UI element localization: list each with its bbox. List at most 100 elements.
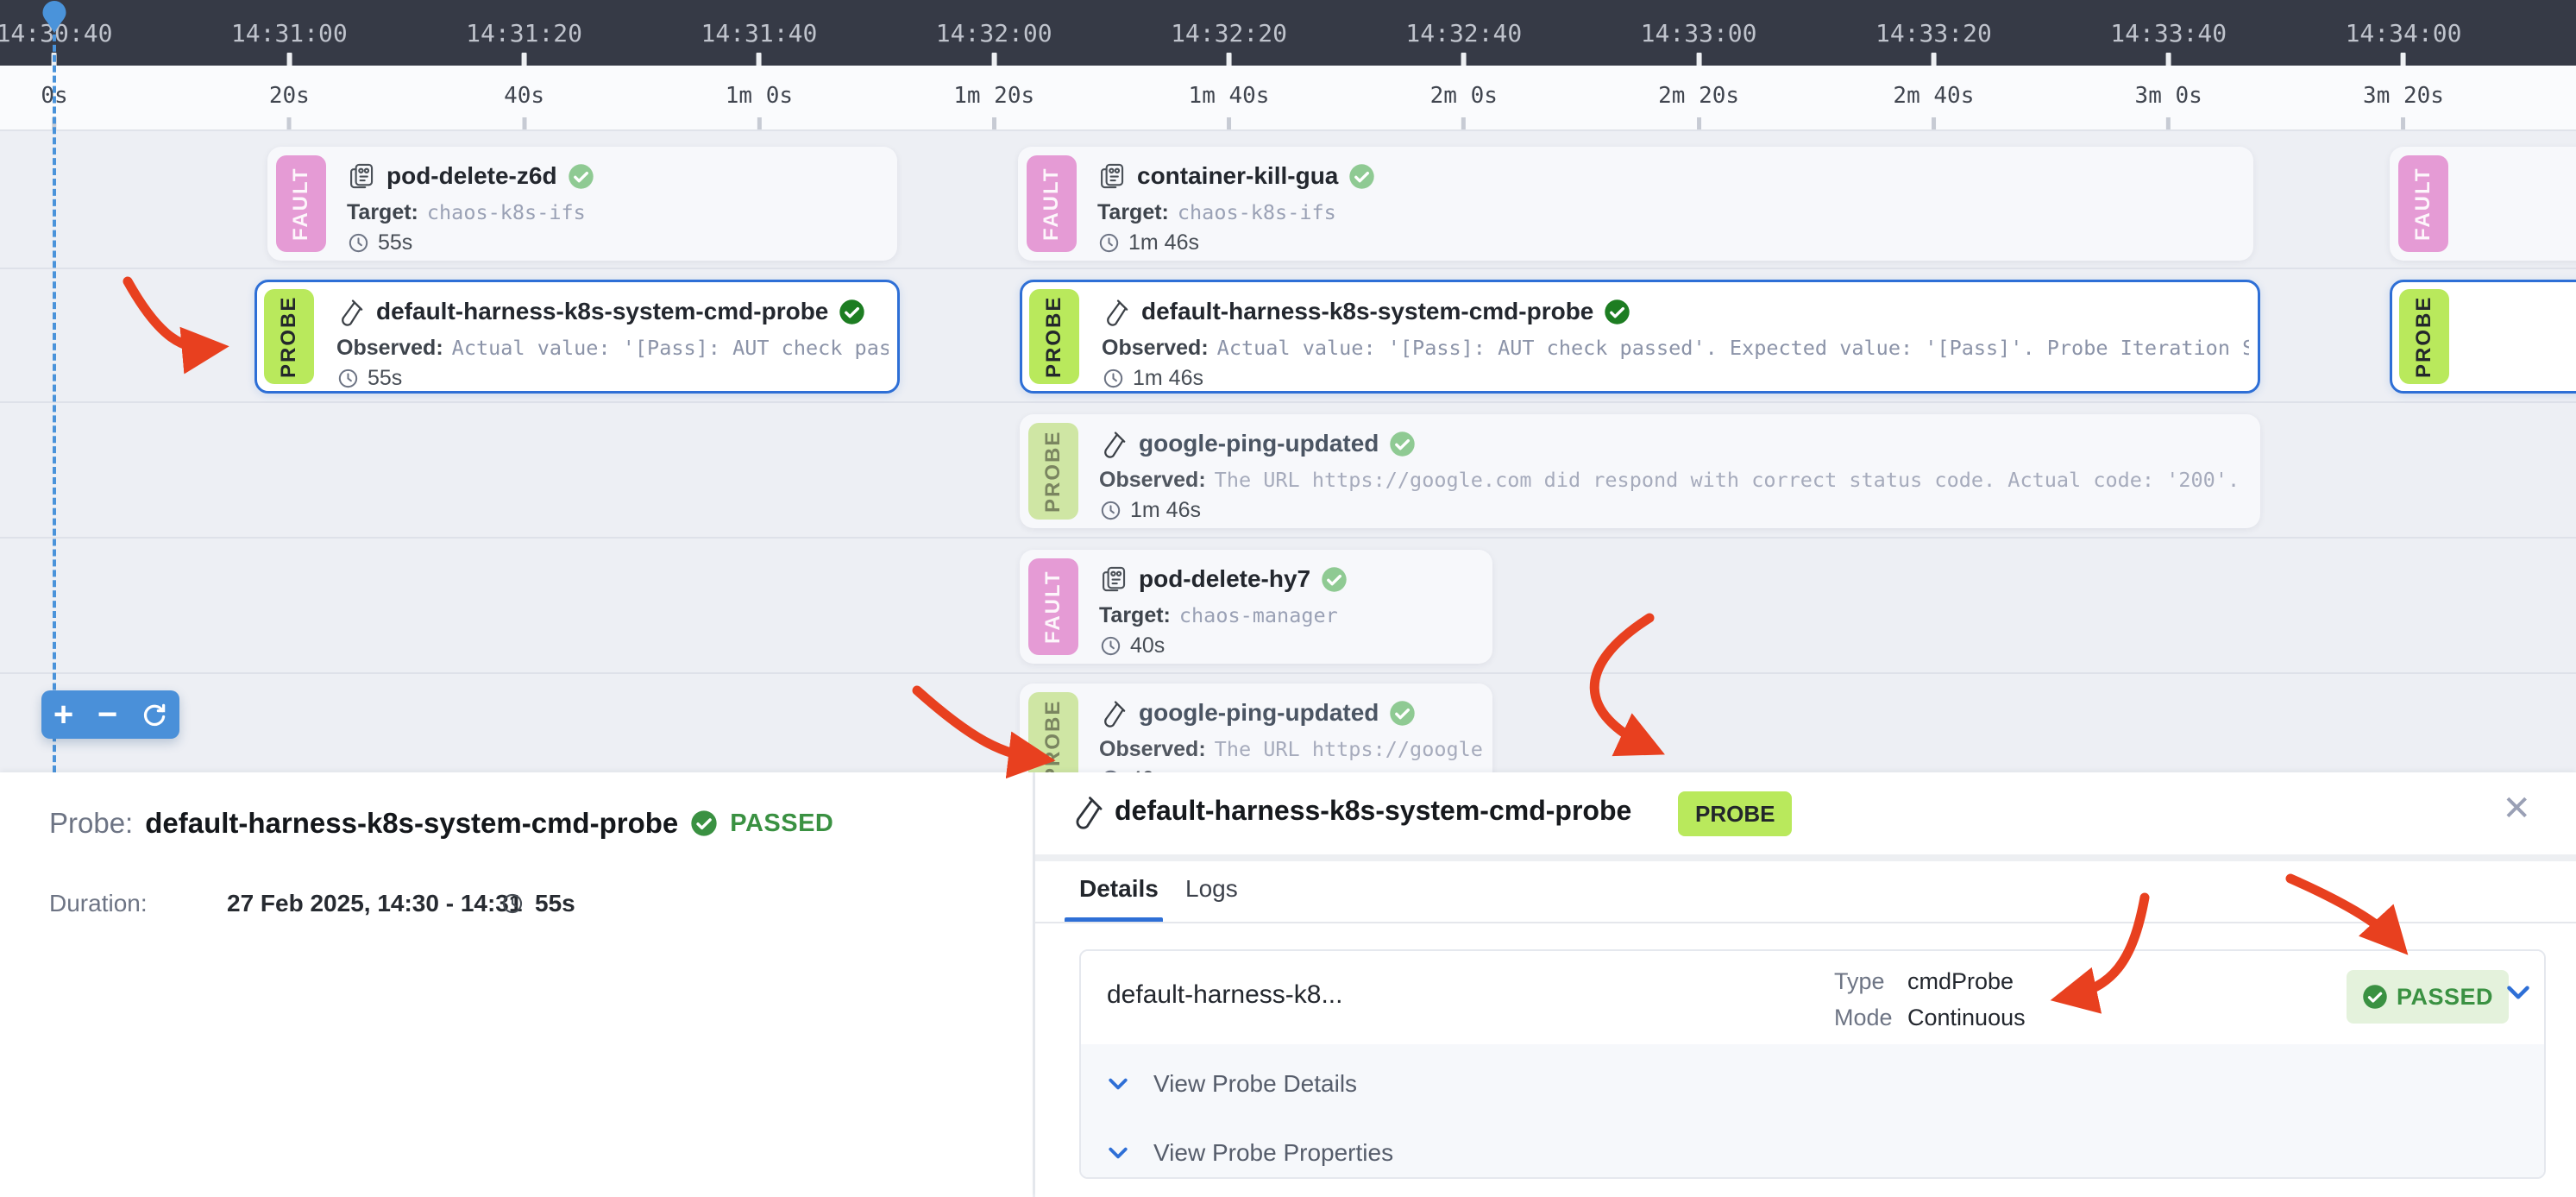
probe-result-card: default-harness-k8... Type cmdProbe Mode… [1079,949,2546,1179]
card-duration: 40s [1130,633,1165,658]
chevron-down-icon [1105,1071,1131,1097]
timeline-card-probe[interactable]: PROBE google-ping-updated Observed: The … [1020,414,2260,528]
card-meta-value: Actual value: '[Pass]: AUT check passed'… [452,336,889,360]
probe-result-card-header: default-harness-k8... Type cmdProbe Mode… [1081,951,2544,1044]
timeline-card-probe[interactable]: PROBE google-ping-updated Observed: The … [1020,684,1492,772]
card-body: container-kill-gua Target: chaos-k8s-ifs… [1097,147,2245,261]
time-tick: 40s [504,66,544,129]
duration-label: Duration: [49,890,148,917]
card-duration: 55s [368,366,402,391]
clock-icon [336,367,360,390]
probe-duration-row: Duration: 27 Feb 2025, 14:30 - 14:31 55s [0,890,1033,924]
card-body: google-ping-updated Observed: The URL ht… [1099,414,2252,528]
timeline-card-probe[interactable]: PROBE default-harness-k8s-system-cmd-pro… [254,280,900,394]
header-divider [1035,854,2576,861]
fault-icon [1097,161,1127,191]
time-tick: 14:30:40 [0,0,112,66]
time-tick: 2m 20s [1658,66,1739,129]
reset-zoom-icon [141,702,167,728]
timeline-card-fault[interactable]: FAULT container-kill-gua Target: chaos-k… [1018,147,2253,261]
time-tick: 0s [41,66,67,129]
card-body: default-harness-k8s-system-cmd-probe Obs… [1102,282,2249,391]
clock-icon [1099,634,1122,658]
probe-badge: PROBE [1029,289,1079,384]
card-title: google-ping-updated [1139,699,1379,727]
probe-summary-panel: Probe: default-harness-k8s-system-cmd-pr… [0,772,1033,1197]
probe-icon [1099,698,1128,728]
check-icon [1389,700,1416,727]
fault-badge: FAULT [1027,155,1077,252]
card-meta-label: Target: [1099,603,1171,628]
fault-icon [1099,564,1128,594]
probe-badge: PROBE [1028,692,1078,772]
check-icon [1348,163,1375,190]
view-probe-properties-link[interactable]: View Probe Properties [1105,1139,1393,1167]
timeline-card-fault[interactable]: FAULT pod-delete-hy7 Target: chaos-manag… [1020,550,1492,664]
card-duration: 1m 46s [1133,366,1203,391]
card-title: pod-delete-hy7 [1139,565,1310,593]
close-icon[interactable]: ✕ [2502,791,2531,826]
clock-icon [500,891,525,920]
zoom-reset-button[interactable] [141,702,167,728]
card-duration: 55s [378,230,412,255]
view-probe-details-link[interactable]: View Probe Details [1105,1070,1357,1098]
check-icon [568,163,594,190]
time-tick: 14:33:00 [1641,0,1757,66]
timeline-card-probe[interactable]: PROBE default-harness-k8s-system-cmd-pro… [1020,280,2260,394]
card-meta-label: Observed: [336,336,443,361]
chevron-down-icon[interactable] [2503,977,2534,1011]
timeline-card-fault[interactable]: FAULT [2390,147,2576,261]
lane-separator [0,268,2576,269]
probe-icon [1070,793,1106,834]
probe-icon [1099,429,1128,458]
probe-status-text: PASSED [730,810,833,838]
card-body: default-harness-k8s-system-cmd-probe Obs… [336,282,889,391]
tab-details[interactable]: Details [1079,875,1159,903]
probe-icon [1102,297,1131,326]
mode-label: Mode [1834,1005,1893,1031]
probe-label: Probe: [49,807,133,840]
card-body: pod-delete-z6d Target: chaos-k8s-ifs 55s [347,147,889,261]
lane-separator [0,401,2576,403]
bottom-detail-area: Probe: default-harness-k8s-system-cmd-pr… [0,772,2576,1197]
zoom-out-button[interactable]: − [97,697,117,732]
clock-icon [1099,499,1122,522]
tab-logs[interactable]: Logs [1185,875,1238,903]
status-badge: PASSED [2347,970,2509,1024]
duration-value: 27 Feb 2025, 14:30 - 14:31 [227,890,522,917]
card-meta-label: Observed: [1099,737,1206,762]
timeline-card-fault[interactable]: FAULT pod-delete-z6d Target: chaos-k8s-i… [267,147,897,261]
timeline-card-probe[interactable]: PROBE [2390,280,2576,394]
time-tick: 14:33:20 [1875,0,1992,66]
card-meta-value: Actual value: '[Pass]: AUT check passed'… [1217,336,2249,360]
time-tick: 14:33:40 [2110,0,2227,66]
fault-icon [347,161,376,191]
probe-badge: PROBE [264,289,314,384]
probe-details-panel: default-harness-k8s-system-cmd-probe PRO… [1035,772,2576,1197]
probe-name: default-harness-k8s-system-cmd-probe [145,807,678,840]
chaos-experiment-timeline-screen: 14:30:40 14:31:00 14:31:20 14:31:40 14:3… [0,0,2576,1197]
card-title: default-harness-k8s-system-cmd-probe [376,298,828,325]
relative-time-ruler: 0s 20s 40s 1m 0s 1m 20s 1m 40s 2m 0s 2m … [0,66,2576,131]
time-tick: 14:31:40 [701,0,817,66]
zoom-in-button[interactable]: + [53,697,73,732]
card-duration: 1m 46s [1128,230,1199,255]
time-tick: 3m 20s [2363,66,2444,129]
probe-details-header: default-harness-k8s-system-cmd-probe PRO… [1035,772,2576,854]
card-body: google-ping-updated Observed: The URL ht… [1099,684,1484,772]
clock-icon [1097,231,1121,255]
time-tick: 14:32:40 [1405,0,1522,66]
lane-separator [0,537,2576,539]
time-tick: 1m 0s [726,66,793,129]
details-tabs: Details Logs [1035,861,2576,923]
mode-value: Continuous [1907,1005,2026,1031]
absolute-time-ruler: 14:30:40 14:31:00 14:31:20 14:31:40 14:3… [0,0,2576,66]
card-title: google-ping-updated [1139,430,1379,457]
time-tick: 14:32:20 [1171,0,1287,66]
passed-check-icon [2362,984,2388,1010]
fault-badge: FAULT [1028,558,1078,655]
timeline-lanes: FAULT pod-delete-z6d Target: chaos-k8s-i… [0,131,2576,772]
time-tick: 14:34:00 [2346,0,2462,66]
card-meta-label: Target: [347,200,418,225]
check-icon [1389,431,1416,457]
